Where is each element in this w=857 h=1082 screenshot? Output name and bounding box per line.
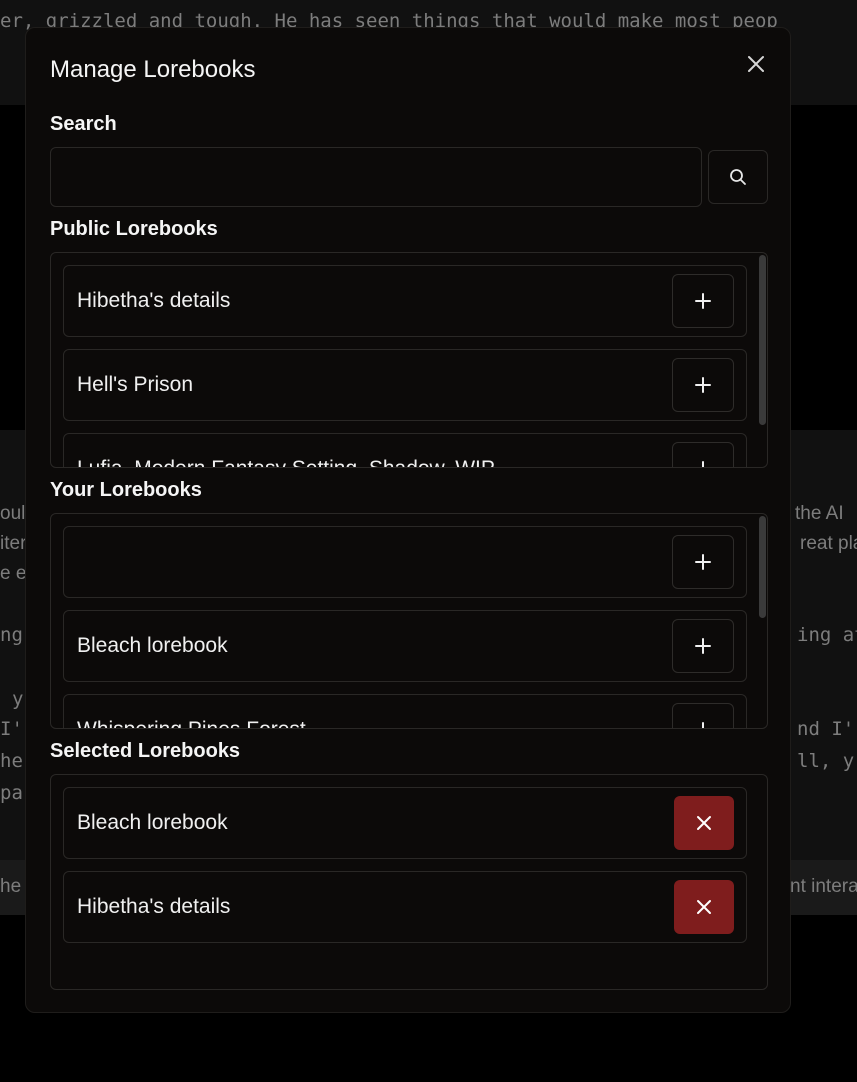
search-label: Search bbox=[50, 113, 117, 135]
lorebook-name: Hell's Prison bbox=[77, 373, 194, 396]
background-text: nt intera bbox=[790, 876, 857, 897]
search-icon bbox=[730, 169, 746, 185]
list-item: Hell's Prison bbox=[63, 349, 747, 421]
manage-lorebooks-modal: Manage Lorebooks Search Public Lorebooks… bbox=[25, 27, 791, 1013]
x-icon bbox=[697, 816, 711, 830]
add-lorebook-button[interactable] bbox=[672, 358, 734, 412]
background-text: y bbox=[12, 688, 24, 710]
background-text: he bbox=[0, 876, 22, 897]
list-item: Whispering Pines Forest bbox=[63, 694, 747, 728]
modal-title: Manage Lorebooks bbox=[50, 56, 256, 83]
add-lorebook-button[interactable] bbox=[672, 442, 734, 467]
x-icon bbox=[748, 56, 764, 72]
lorebook-name: Whispering Pines Forest bbox=[77, 718, 306, 728]
selected-lorebooks-label: Selected Lorebooks bbox=[50, 740, 241, 762]
lorebook-name: Bleach lorebook bbox=[77, 811, 228, 834]
list-item: Hibetha's details bbox=[63, 871, 747, 943]
plus-icon bbox=[695, 638, 711, 654]
background-text: iter bbox=[0, 533, 27, 554]
background-text: ng bbox=[0, 624, 23, 646]
search-input[interactable] bbox=[50, 147, 702, 207]
background-text: pa bbox=[0, 782, 23, 804]
list-item bbox=[63, 526, 747, 598]
list-item: Bleach lorebook bbox=[63, 787, 747, 859]
search-button[interactable] bbox=[708, 150, 768, 204]
add-lorebook-button[interactable] bbox=[672, 703, 734, 728]
list-item: Lufia, Modern Fantasy Setting, Shadow, W… bbox=[63, 433, 747, 467]
plus-icon bbox=[695, 377, 711, 393]
lorebook-name: Hibetha's details bbox=[77, 289, 231, 312]
plus-icon bbox=[702, 722, 704, 728]
your-lorebooks-label: Your Lorebooks bbox=[50, 479, 202, 501]
background-text: I' bbox=[0, 718, 23, 740]
plus-icon bbox=[695, 554, 711, 570]
close-button[interactable] bbox=[740, 48, 772, 80]
add-lorebook-button[interactable] bbox=[672, 274, 734, 328]
add-lorebook-button[interactable] bbox=[672, 619, 734, 673]
public-lorebooks-list[interactable]: Hibetha's details Hell's Prison Lufia, M… bbox=[50, 252, 768, 468]
background-text: he bbox=[0, 750, 23, 772]
background-text: reat pla bbox=[800, 533, 857, 554]
scrollbar[interactable] bbox=[757, 514, 767, 728]
background-text: oul bbox=[0, 503, 26, 524]
scrollbar-thumb[interactable] bbox=[759, 255, 766, 425]
list-item: Hibetha's details bbox=[63, 265, 747, 337]
background-text: ing at bbox=[797, 624, 857, 646]
remove-lorebook-button[interactable] bbox=[674, 796, 734, 850]
plus-icon bbox=[695, 293, 711, 309]
background-text: ll, y bbox=[797, 750, 855, 772]
lorebook-name: Lufia, Modern Fantasy Setting, Shadow, W… bbox=[77, 457, 495, 467]
x-icon bbox=[697, 900, 711, 914]
scrollbar-thumb[interactable] bbox=[759, 516, 766, 618]
background-text: the AI bbox=[795, 503, 844, 524]
lorebook-name: Bleach lorebook bbox=[77, 634, 228, 657]
remove-lorebook-button[interactable] bbox=[674, 880, 734, 934]
lorebook-name: Hibetha's details bbox=[77, 895, 231, 918]
list-item: Bleach lorebook bbox=[63, 610, 747, 682]
selected-lorebooks-list: Bleach lorebook Hibetha's details bbox=[50, 774, 768, 990]
add-lorebook-button[interactable] bbox=[672, 535, 734, 589]
background-text: nd I' bbox=[797, 718, 855, 740]
background-text: e e bbox=[0, 563, 27, 584]
scrollbar[interactable] bbox=[757, 253, 767, 467]
plus-icon bbox=[702, 461, 704, 467]
public-lorebooks-label: Public Lorebooks bbox=[50, 218, 218, 240]
your-lorebooks-list[interactable]: Bleach lorebook Whispering Pines Forest bbox=[50, 513, 768, 729]
